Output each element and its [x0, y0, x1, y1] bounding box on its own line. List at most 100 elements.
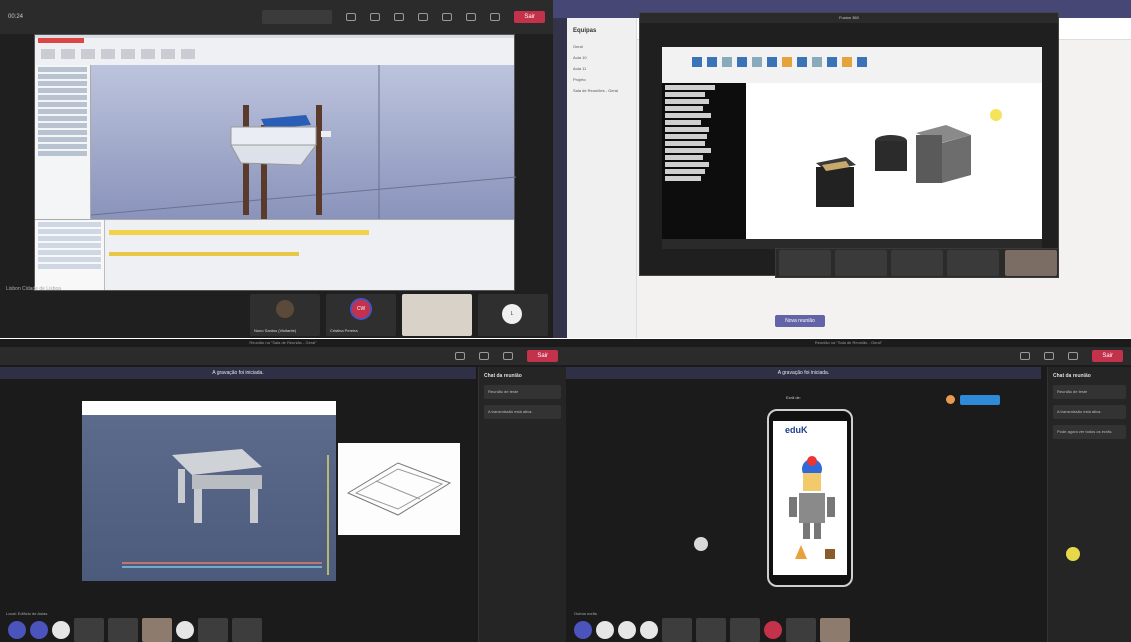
participant-tile[interactable]: [74, 618, 104, 642]
team-item[interactable]: Aula 10: [573, 55, 630, 60]
participant-tile[interactable]: [947, 250, 999, 276]
participant-tile[interactable]: L: [478, 294, 548, 336]
team-item[interactable]: Projeto: [573, 77, 630, 82]
reactions-icon[interactable]: [394, 13, 405, 21]
web-header: [82, 401, 336, 415]
participant-tile[interactable]: [108, 618, 138, 642]
leave-button[interactable]: Sair: [514, 11, 545, 23]
recording-banner: A gravação foi iniciada.: [0, 367, 476, 379]
participant-tile[interactable]: [696, 618, 726, 642]
participant-tile[interactable]: Nuno Santos (Visitante): [250, 294, 320, 336]
participant-name: Nuno Santos (Visitante): [254, 328, 297, 333]
window-title: Reunião na "Sala de Reunião - Geral": [249, 340, 317, 345]
mic-icon[interactable]: [466, 13, 477, 21]
avatar[interactable]: [8, 621, 26, 639]
participant-tile[interactable]: [662, 618, 692, 642]
chat-message: A transmissão está ativa.: [1053, 405, 1126, 419]
recording-banner: A gravação foi iniciada.: [566, 367, 1041, 379]
chat-pane: Chat da reunião Reunião de teste A trans…: [478, 367, 566, 642]
tab-title: Ecrã de:: [786, 395, 801, 400]
participant-tile[interactable]: [835, 250, 887, 276]
participant-tile[interactable]: [142, 618, 172, 642]
team-item[interactable]: Sala de Reuniões - Geral: [573, 88, 630, 93]
reactions-icon[interactable]: [1044, 352, 1055, 360]
avatar: CW: [350, 298, 372, 320]
avatar[interactable]: [574, 621, 592, 639]
participant-name: Cristina Pereira: [330, 328, 358, 333]
avatar[interactable]: [618, 621, 636, 639]
chat-icon[interactable]: [370, 13, 381, 21]
meeting-toolbar: Sair: [0, 347, 566, 365]
avatar[interactable]: [176, 621, 194, 639]
participant-strip: [566, 618, 850, 642]
chat-title: Chat da reunião: [484, 373, 522, 379]
teams-sidebar: Equipas Geral Aula 10 Aula 11 Projeto Sa…: [567, 18, 637, 338]
shared-browser: [82, 401, 336, 581]
avatar[interactable]: [596, 621, 614, 639]
presenter-avatar: [694, 537, 708, 551]
meeting-quadrant-4: Reunião na "Sala de Reunião - Geral" Sai…: [566, 339, 1131, 642]
meeting-toolbar: 00:24 Sair: [0, 0, 553, 34]
new-meeting-button[interactable]: Nova reunião: [775, 315, 825, 327]
participant-tile[interactable]: [232, 618, 262, 642]
model-browser: [35, 65, 91, 219]
participant-tile[interactable]: [891, 250, 943, 276]
chat-title: Chat da reunião: [1053, 373, 1091, 379]
model-graphic: [90, 65, 517, 221]
fusion-meeting-window: Fusion 360: [639, 12, 1059, 276]
participant-tile[interactable]: [1005, 250, 1057, 276]
robot-illustration: [789, 456, 835, 559]
participant-tile[interactable]: [402, 294, 472, 336]
avatar[interactable]: [52, 621, 70, 639]
window-title: Reunião na "Sala de Reunião - Geral": [814, 340, 883, 345]
team-item[interactable]: Aula 11: [573, 66, 630, 71]
meeting-timer: 00:24: [8, 14, 24, 20]
model-viewport: [90, 65, 517, 221]
app-ribbon: [35, 38, 514, 68]
raise-hand-icon[interactable]: [1066, 547, 1080, 561]
avatar: [276, 300, 294, 318]
more-icon[interactable]: [503, 352, 514, 360]
participant-tile[interactable]: [786, 618, 816, 642]
avatar[interactable]: [640, 621, 658, 639]
participant-tile[interactable]: [730, 618, 760, 642]
teams-app-bar: [553, 18, 567, 338]
chat-message: Reunião de teste: [1053, 385, 1126, 399]
timeline-panel: [35, 219, 514, 290]
share-icon[interactable]: [490, 13, 501, 21]
participants-icon[interactable]: [346, 13, 357, 21]
more-icon[interactable]: [1068, 352, 1079, 360]
fusion-browser: [662, 83, 746, 239]
fusion-window-title: Fusion 360: [640, 13, 1058, 23]
chat-pane: Chat da reunião Reunião de teste A trans…: [1047, 367, 1131, 642]
avatar[interactable]: [764, 621, 782, 639]
chat-icon[interactable]: [455, 352, 466, 360]
leave-button[interactable]: Sair: [527, 350, 558, 362]
leave-button[interactable]: Sair: [1092, 350, 1123, 362]
chat-icon[interactable]: [1020, 352, 1031, 360]
participant-tile[interactable]: [820, 618, 850, 642]
avatar[interactable]: [30, 621, 48, 639]
fusion-model: [816, 109, 1002, 207]
more-icon[interactable]: [418, 13, 429, 21]
table-model: [122, 449, 329, 575]
phone-mockup: eduK: [767, 409, 853, 587]
web-canvas: [82, 415, 336, 581]
phone-logo: eduK: [785, 425, 808, 435]
participant-tile[interactable]: [198, 618, 228, 642]
fusion-canvas: [746, 83, 1042, 239]
shared-screen: [34, 34, 517, 291]
team-item[interactable]: Geral: [573, 44, 630, 49]
fusion-ribbon: [662, 47, 1042, 83]
chat-message: Pode agora ver todos os ecrãs: [1053, 425, 1126, 439]
participant-tile[interactable]: [779, 250, 831, 276]
phone-screen: eduK: [773, 421, 847, 575]
footer-location: Lisbon Cidade de Lisboa: [6, 286, 62, 292]
chat-message: A transmissão está ativa.: [484, 405, 561, 419]
camera-icon[interactable]: [442, 13, 453, 21]
search-input[interactable]: [262, 10, 333, 24]
meeting-quadrant-1: 00:24 Sair Lisbon Cidade de Lisboa Nuno …: [0, 0, 553, 338]
reactions-icon[interactable]: [479, 352, 490, 360]
share-button[interactable]: [960, 395, 1000, 405]
participant-tile[interactable]: CW Cristina Pereira: [326, 294, 396, 336]
